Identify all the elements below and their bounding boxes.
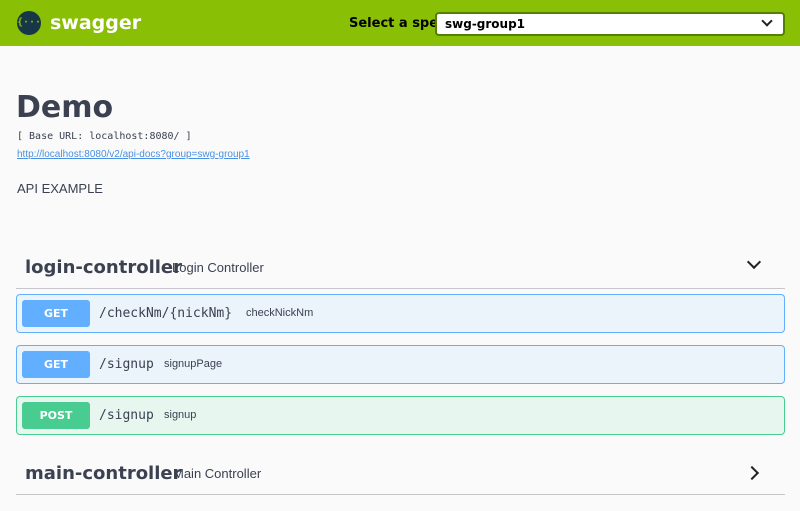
- chevron-down-icon: [761, 15, 773, 27]
- page-title: Demo: [16, 90, 114, 125]
- tag-description: Main Controller: [173, 466, 262, 481]
- method-badge: GET: [22, 300, 90, 327]
- tag-name: login-controller: [25, 257, 182, 278]
- chevron-right-icon[interactable]: [744, 465, 760, 481]
- spec-selected-value: swg-group1: [445, 17, 526, 31]
- brand-name[interactable]: swagger: [50, 11, 141, 35]
- tag-description: Login Controller: [172, 260, 264, 275]
- operation-get-signup[interactable]: GET /signup signupPage: [16, 345, 785, 384]
- base-url: [ Base URL: localhost:8080/ ]: [17, 131, 192, 142]
- operation-summary: checkNickNm: [246, 307, 314, 319]
- api-description: API EXAMPLE: [17, 181, 103, 196]
- spec-label: Select a spec: [349, 16, 446, 31]
- method-badge: GET: [22, 351, 90, 378]
- operation-summary: signup: [164, 409, 197, 421]
- tag-main-controller[interactable]: main-controller Main Controller: [16, 451, 785, 495]
- method-badge: POST: [22, 402, 90, 429]
- swagger-logo-icon[interactable]: {···}: [17, 11, 47, 35]
- api-docs-link[interactable]: http://localhost:8080/v2/api-docs?group=…: [17, 148, 250, 161]
- operation-summary: signupPage: [164, 358, 223, 370]
- operation-path: /checkNm/{nickNm}: [99, 306, 233, 321]
- operation-path: /signup: [99, 408, 154, 423]
- tag-name: main-controller: [25, 463, 182, 484]
- chevron-down-icon[interactable]: [746, 254, 762, 270]
- operation-path: /signup: [99, 357, 154, 372]
- operation-post-signup[interactable]: POST /signup signup: [16, 396, 785, 435]
- topbar: {···} swagger Select a spec swg-group1: [0, 0, 800, 46]
- spec-select[interactable]: swg-group1: [435, 12, 785, 36]
- operation-get-checknm[interactable]: GET /checkNm/{nickNm} checkNickNm: [16, 294, 785, 333]
- tag-login-controller[interactable]: login-controller Login Controller: [16, 245, 785, 289]
